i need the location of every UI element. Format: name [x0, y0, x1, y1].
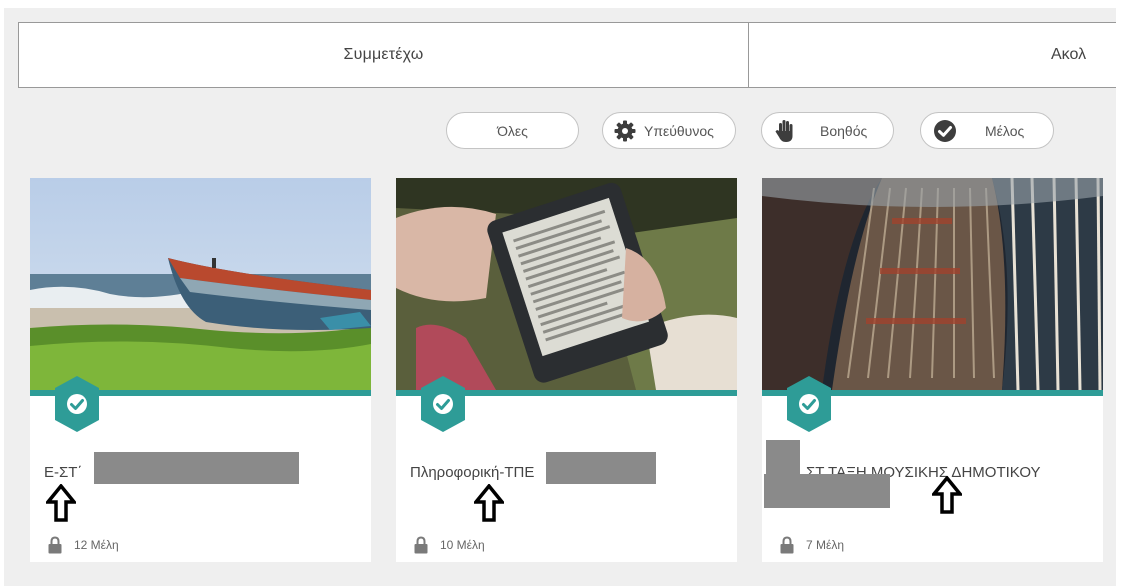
- course-card[interactable]: Ε-ΣΤ΄ 12 Μέλη: [30, 178, 371, 562]
- course-card[interactable]: Πληροφορική-ΤΠΕ 10 Μέλη: [396, 178, 737, 562]
- filter-owner-button[interactable]: Υπεύθυνος: [602, 112, 736, 149]
- members-label: 12 Μέλη: [74, 538, 119, 552]
- tab-participating[interactable]: Συμμετέχω: [18, 22, 749, 88]
- filter-member-label: Μέλος: [985, 122, 1025, 139]
- filter-all-button[interactable]: Όλες: [446, 112, 579, 149]
- lock-icon: [780, 536, 794, 554]
- filter-member-button[interactable]: Μέλος: [920, 112, 1054, 149]
- members-count[interactable]: 10 Μέλη: [414, 536, 485, 554]
- check-badge-icon: [421, 376, 465, 432]
- redaction-block: [94, 452, 299, 484]
- course-title[interactable]: Πληροφορική-ΤΠΕ: [410, 464, 534, 481]
- lock-icon: [48, 536, 62, 554]
- role-filter-bar: Όλες Υπεύθυνος Βοηθός Μέλος: [4, 112, 1116, 152]
- course-title[interactable]: Ε-ΣΤ΄: [44, 464, 82, 481]
- up-arrow-icon: [932, 476, 962, 514]
- gear-icon: [613, 119, 637, 143]
- check-badge-icon: [787, 376, 831, 432]
- tab-following[interactable]: Ακολ: [749, 22, 1116, 88]
- course-cover-image: [30, 178, 371, 390]
- check-circle-icon: [933, 119, 957, 143]
- members-label: 10 Μέλη: [440, 538, 485, 552]
- redaction-block: [766, 440, 800, 478]
- members-label: 7 Μέλη: [806, 538, 845, 552]
- filter-owner-label: Υπεύθυνος: [644, 122, 714, 139]
- members-count[interactable]: 7 Μέλη: [780, 536, 844, 554]
- redaction-block: [764, 474, 890, 508]
- course-cover-image: [762, 178, 1103, 390]
- up-arrow-icon: [46, 484, 76, 522]
- filter-all-label: Όλες: [497, 122, 528, 139]
- members-count[interactable]: 12 Μέλη: [48, 536, 119, 554]
- hand-icon: [774, 119, 798, 143]
- course-card[interactable]: ΣΤ ΤΑΞΗ ΜΟΥΣΙΚΗΣ ΔΗΜΟΤΙΚΟΥ 7 Μέλη: [762, 178, 1103, 562]
- redaction-block: [546, 452, 656, 484]
- tab-bar: Συμμετέχω Ακολ: [18, 22, 1116, 88]
- lock-icon: [414, 536, 428, 554]
- filter-helper-label: Βοηθός: [820, 122, 868, 139]
- courses-page: Συμμετέχω Ακολ Όλες Υπεύθυνος Βοηθός Μέλ…: [4, 8, 1116, 586]
- filter-helper-button[interactable]: Βοηθός: [761, 112, 894, 149]
- course-cover-image: [396, 178, 737, 390]
- check-badge-icon: [55, 376, 99, 432]
- up-arrow-icon: [474, 484, 504, 522]
